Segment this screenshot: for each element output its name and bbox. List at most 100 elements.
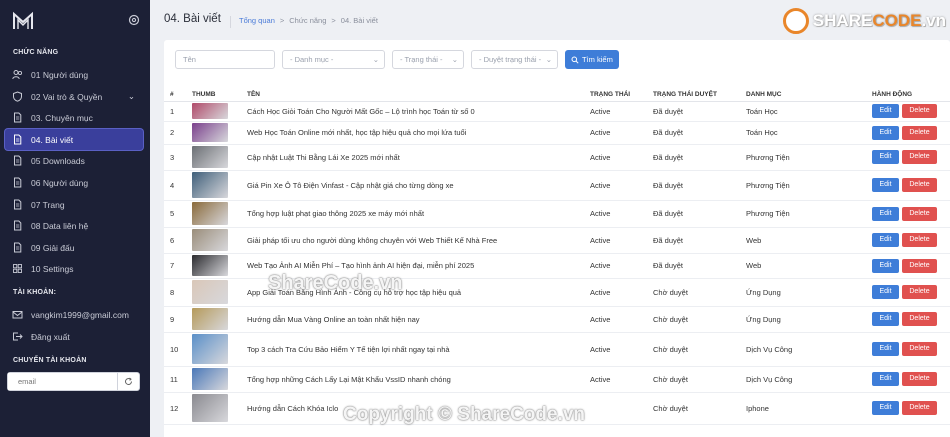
mail-icon <box>12 311 23 319</box>
post-approval-status: Chờ duyệt <box>653 278 746 307</box>
app-logo-icon[interactable] <box>11 9 35 33</box>
settings-gear-icon[interactable] <box>128 14 140 26</box>
post-title[interactable]: Hướng dẫn Cách Khóa Iclo <box>247 392 590 425</box>
post-thumbnail[interactable] <box>192 172 228 198</box>
document-icon <box>14 199 22 210</box>
post-title[interactable]: Giải pháp tối ưu cho người dùng không ch… <box>247 227 590 254</box>
post-title[interactable]: Hướng dẫn Mua Vàng Online an toàn nhất h… <box>247 306 590 333</box>
post-title[interactable]: Tổng hợp luật phạt giao thông 2025 xe má… <box>247 200 590 228</box>
edit-button[interactable]: Edit <box>872 125 899 140</box>
table-row: 10 Top 3 cách Tra Cứu Bảo Hiểm Y Tế tiện … <box>164 332 950 367</box>
post-title[interactable]: Cập nhật Luật Thi Bằng Lái Xe 2025 mới n… <box>247 144 590 171</box>
name-filter-input[interactable]: Tên <box>175 50 275 69</box>
post-title[interactable]: Web Học Toán Online mới nhất, học tập hi… <box>247 121 590 145</box>
edit-button[interactable]: Edit <box>872 372 899 386</box>
delete-button[interactable]: Delete <box>902 372 937 386</box>
edit-button[interactable]: Edit <box>872 178 899 192</box>
search-button[interactable]: Tìm kiếm <box>565 50 619 69</box>
sidebar-item-7[interactable]: 07 Trang <box>5 194 143 215</box>
post-thumbnail[interactable] <box>192 368 228 390</box>
post-title[interactable]: Web Tạo Ảnh AI Miễn Phí – Tạo hình ảnh A… <box>247 253 590 279</box>
account-email[interactable]: vangkim1999@gmail.com <box>5 304 143 325</box>
delete-button[interactable]: Delete <box>902 178 937 192</box>
delete-button[interactable]: Delete <box>902 150 937 164</box>
post-approval-status: Đã duyệt <box>653 144 746 171</box>
delete-button[interactable]: Delete <box>902 401 937 415</box>
delete-button[interactable]: Delete <box>902 312 937 326</box>
column-header: DANH MỤC <box>746 88 862 102</box>
shield-icon <box>13 91 22 102</box>
row-number: 8 <box>164 278 192 307</box>
sidebar-item-label: 02 Vai trò & Quyền <box>31 91 103 102</box>
table-row: 7 Web Tạo Ảnh AI Miễn Phí – Tạo hình ảnh … <box>164 253 950 279</box>
status-select[interactable]: - Trạng thái - ⌄ <box>392 50 464 69</box>
post-status: Active <box>590 144 653 171</box>
breadcrumb-function[interactable]: Chức năng <box>289 16 326 28</box>
logout-link[interactable]: Đăng xuất <box>5 326 143 347</box>
brand-code: CODE <box>872 11 922 30</box>
post-title[interactable]: App Giải Toán Bằng Hình Ảnh - Công cụ hỗ… <box>247 278 590 307</box>
name-filter-placeholder: Tên <box>183 55 196 64</box>
sidebar-item-5[interactable]: 05 Downloads <box>5 150 143 171</box>
brand-domain: .vn <box>921 11 946 30</box>
post-approval-status: Đã duyệt <box>653 253 746 279</box>
post-thumbnail[interactable] <box>192 394 228 422</box>
sidebar-item-9[interactable]: 09 Giải đấu <box>5 237 143 258</box>
breadcrumb-home-link[interactable]: Tổng quan <box>239 16 275 28</box>
delete-button[interactable]: Delete <box>902 104 937 118</box>
post-thumbnail[interactable] <box>192 146 228 168</box>
delete-button[interactable]: Delete <box>902 233 937 247</box>
approval-select[interactable]: - Duyệt trạng thái - ⌄ <box>471 50 558 69</box>
edit-button[interactable]: Edit <box>872 401 899 415</box>
sharecode-brand-logo: SHARECODE.vn <box>782 8 946 34</box>
posts-table: # THUMB TÊN TRẠNG THÁI TRẠNG THÁI DUYỆT DANH … <box>164 88 950 425</box>
actions-cell: Edit Delete <box>862 253 950 279</box>
post-thumbnail[interactable] <box>192 103 228 119</box>
category-select[interactable]: - Danh mục - ⌄ <box>282 50 385 69</box>
column-header: TRẠNG THÁI DUYỆT <box>653 88 746 102</box>
edit-button[interactable]: Edit <box>872 206 899 221</box>
post-thumbnail[interactable] <box>192 123 228 142</box>
edit-button[interactable]: Edit <box>872 342 899 356</box>
delete-button[interactable]: Delete <box>902 206 937 221</box>
logout-label: Đăng xuất <box>31 331 70 342</box>
delete-button[interactable]: Delete <box>902 125 937 140</box>
edit-button[interactable]: Edit <box>872 104 899 118</box>
edit-button[interactable]: Edit <box>872 285 899 299</box>
post-approval-status: Đã duyệt <box>653 170 746 201</box>
post-title[interactable]: Cách Học Giỏi Toán Cho Người Mất Gốc – L… <box>247 101 590 122</box>
delete-button[interactable]: Delete <box>902 342 937 356</box>
sidebar-item-8[interactable]: 08 Data liên hệ <box>5 215 143 236</box>
table-body: 1 Cách Học Giỏi Toán Cho Người Mất Gốc – … <box>164 101 950 425</box>
edit-button[interactable]: Edit <box>872 150 899 164</box>
search-button-label: Tìm kiếm <box>582 55 613 64</box>
sidebar-item-1[interactable]: 01 Người dùng <box>5 64 143 85</box>
delete-button[interactable]: Delete <box>902 285 937 299</box>
post-title[interactable]: Tổng hợp những Cách Lấy Lại Mật Khẩu Vss… <box>247 366 590 393</box>
sidebar-item-label: 04. Bài viết <box>31 134 74 145</box>
sidebar-item-2[interactable]: 02 Vai trò & Quyền ⌄ <box>5 86 143 107</box>
delete-button[interactable]: Delete <box>902 258 937 273</box>
sidebar-item-4[interactable]: 04. Bài viết <box>5 129 143 150</box>
post-thumbnail[interactable] <box>192 202 228 225</box>
sidebar-item-10[interactable]: 10 Settings <box>5 258 143 279</box>
switch-account-email-input[interactable] <box>8 373 118 390</box>
sidebar-item-6[interactable]: 06 Người dùng <box>5 172 143 193</box>
post-title[interactable]: Giá Pin Xe Ô Tô Điện Vinfast - Cập nhật … <box>247 170 590 201</box>
post-thumbnail[interactable] <box>192 255 228 276</box>
sidebar-item-label: 06 Người dùng <box>31 177 89 188</box>
edit-button[interactable]: Edit <box>872 233 899 247</box>
post-thumbnail[interactable] <box>192 280 228 304</box>
table-row: 6 Giải pháp tối ưu cho người dùng không c… <box>164 227 950 254</box>
post-thumbnail[interactable] <box>192 229 228 251</box>
post-thumbnail[interactable] <box>192 308 228 330</box>
sharecode-logo-mark-icon <box>782 8 809 34</box>
switch-account-refresh-button[interactable] <box>117 373 139 390</box>
edit-button[interactable]: Edit <box>872 258 899 273</box>
post-thumbnail[interactable] <box>192 334 228 364</box>
post-status: Active <box>590 200 653 228</box>
sidebar-item-3[interactable]: 03. Chuyên mục <box>5 107 143 128</box>
edit-button[interactable]: Edit <box>872 312 899 326</box>
post-category: Ứng Dụng <box>746 278 862 307</box>
post-title[interactable]: Top 3 cách Tra Cứu Bảo Hiểm Y Tế tiện lợ… <box>247 332 590 367</box>
